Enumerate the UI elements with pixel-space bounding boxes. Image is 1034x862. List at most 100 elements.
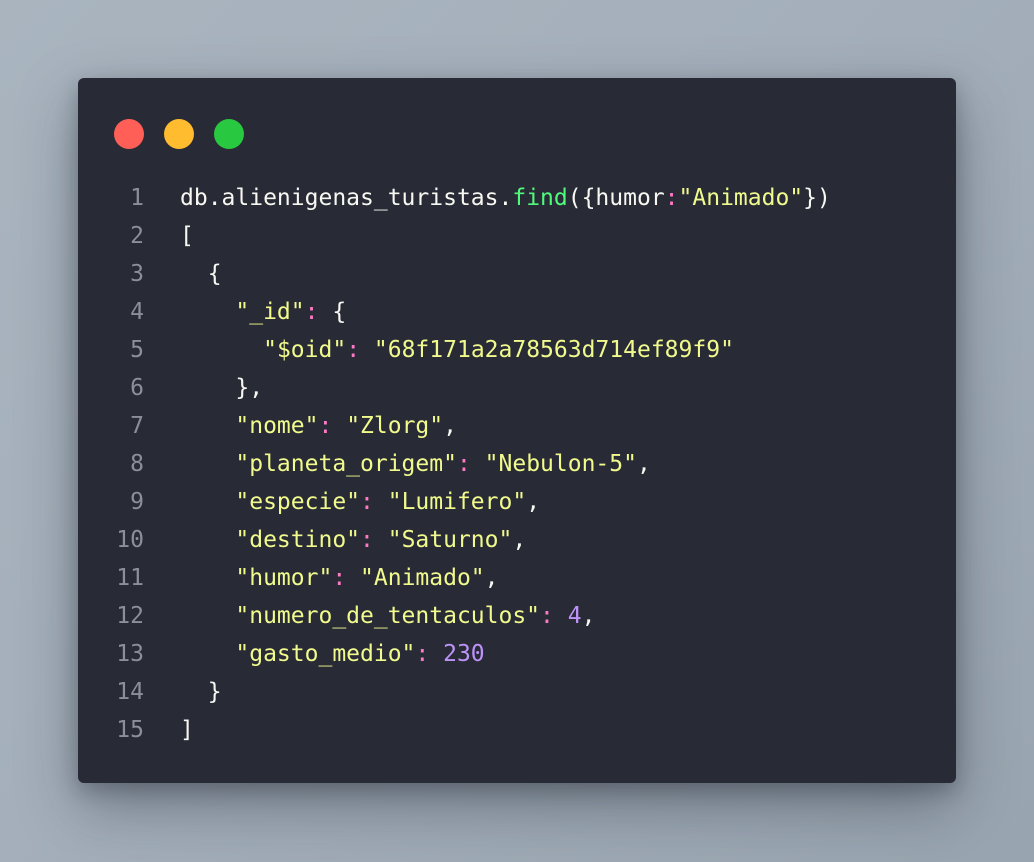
code-text: "humor": "Animado", — [180, 559, 499, 597]
code-token-colon: : — [456, 451, 485, 477]
code-token-colon: : — [360, 489, 388, 515]
code-token-default — [180, 451, 235, 477]
code-line: 1 db.alienigenas_turistas.find({humor:"An… — [78, 179, 956, 217]
code-line: 3 { — [78, 255, 956, 293]
code-line: 12 "numero_de_tentaculos": 4, — [78, 597, 956, 635]
code-text: "$oid": "68f171a2a78563d714ef89f9" — [180, 331, 734, 369]
code-window: 1 db.alienigenas_turistas.find({humor:"An… — [78, 78, 956, 783]
code-token-colon: : — [332, 565, 361, 591]
code-token-default — [180, 337, 263, 363]
line-number: 3 — [130, 261, 144, 287]
code-line: 13 "gasto_medio": 230 — [78, 635, 956, 673]
code-token-default: , — [526, 489, 541, 515]
code-token-default — [180, 527, 235, 553]
code-token-colon: : — [360, 527, 388, 553]
line-number: 12 — [116, 603, 144, 629]
code-token-default: }, — [180, 375, 264, 401]
code-text: [ — [180, 217, 194, 255]
close-button[interactable] — [114, 119, 144, 149]
code-token-key: "$oid" — [263, 337, 347, 363]
code-token-key: "destino" — [235, 527, 361, 553]
code-line: 2[ — [78, 217, 956, 255]
code-token-default: , — [636, 451, 651, 477]
code-token-key: "planeta_origem" — [235, 451, 457, 477]
code-text: "destino": "Saturno", — [180, 521, 526, 559]
code-token-default — [180, 565, 235, 591]
line-number: 7 — [130, 413, 144, 439]
code-token-string: "Saturno" — [387, 527, 513, 553]
code-text: }, — [180, 369, 263, 407]
maximize-button[interactable] — [214, 119, 244, 149]
code-token-default — [180, 641, 235, 667]
code-line: 4 "_id": { — [78, 293, 956, 331]
code-token-colon: : — [415, 641, 444, 667]
code-token-default: ({humor — [567, 185, 665, 211]
code-token-string: "Zlorg" — [346, 413, 444, 439]
code-text: "nome": "Zlorg", — [180, 407, 457, 445]
code-line: 6 }, — [78, 369, 956, 407]
code-token-key: "especie" — [235, 489, 361, 515]
code-line: 15] — [78, 711, 956, 749]
code-block: 1 db.alienigenas_turistas.find({humor:"An… — [78, 179, 956, 749]
code-line: 11 "humor": "Animado", — [78, 559, 956, 597]
code-token-string: "Nebulon-5" — [484, 451, 637, 477]
code-text: ] — [180, 711, 194, 749]
code-token-default: { — [180, 261, 222, 287]
code-token-number: 230 — [443, 641, 485, 667]
code-text: db.alienigenas_turistas.find({humor:"Ani… — [180, 179, 831, 217]
code-token-func: find — [512, 185, 568, 211]
code-token-string: "Animado" — [360, 565, 485, 591]
code-token-default: , — [512, 527, 527, 553]
code-token-default — [180, 489, 235, 515]
minimize-button[interactable] — [164, 119, 194, 149]
code-token-default: , — [581, 603, 596, 629]
code-token-default: , — [443, 413, 457, 439]
code-text: } — [180, 673, 222, 711]
code-token-key: "_id" — [235, 299, 305, 325]
code-token-default: , — [484, 565, 499, 591]
line-number: 2 — [130, 223, 144, 249]
code-line: 14 } — [78, 673, 956, 711]
code-token-string: "Animado" — [678, 185, 804, 211]
code-text: "numero_de_tentaculos": 4, — [180, 597, 595, 635]
line-number: 13 — [116, 641, 144, 667]
code-token-colon: : — [540, 603, 568, 629]
line-number: 11 — [116, 565, 144, 591]
code-token-default: ] — [180, 717, 194, 743]
code-line: 9 "especie": "Lumifero", — [78, 483, 956, 521]
code-text: "planeta_origem": "Nebulon-5", — [180, 445, 651, 483]
code-token-default: } — [180, 679, 222, 705]
code-line: 7 "nome": "Zlorg", — [78, 407, 956, 445]
code-line: 10 "destino": "Saturno", — [78, 521, 956, 559]
code-text: { — [180, 255, 222, 293]
code-token-key: "humor" — [235, 565, 333, 591]
code-token-key: "gasto_medio" — [235, 641, 416, 667]
line-number: 1 — [130, 185, 144, 211]
code-token-colon: : — [318, 413, 347, 439]
line-number: 6 — [130, 375, 144, 401]
code-token-default: [ — [180, 223, 194, 249]
code-token-default — [180, 603, 235, 629]
code-token-default — [180, 299, 235, 325]
line-number: 14 — [116, 679, 144, 705]
code-line: 8 "planeta_origem": "Nebulon-5", — [78, 445, 956, 483]
code-token-default: db.alienigenas_turistas. — [180, 185, 513, 211]
line-number: 5 — [130, 337, 144, 363]
code-token-key: "nome" — [235, 413, 319, 439]
code-token-number: 4 — [567, 603, 582, 629]
line-number: 8 — [130, 451, 144, 477]
code-token-key: "numero_de_tentaculos" — [235, 603, 541, 629]
code-line: 5 "$oid": "68f171a2a78563d714ef89f9" — [78, 331, 956, 369]
code-text: "especie": "Lumifero", — [180, 483, 540, 521]
code-token-default: { — [332, 299, 347, 325]
line-number: 10 — [116, 527, 144, 553]
line-number: 9 — [130, 489, 144, 515]
code-token-string: "Lumifero" — [387, 489, 527, 515]
code-text: "_id": { — [180, 293, 346, 331]
code-token-string: "68f171a2a78563d714ef89f9" — [373, 337, 734, 363]
code-token-default — [180, 413, 235, 439]
code-text: "gasto_medio": 230 — [180, 635, 485, 673]
line-number: 4 — [130, 299, 144, 325]
code-token-colon: : — [664, 185, 679, 211]
code-token-default: }) — [803, 185, 831, 211]
